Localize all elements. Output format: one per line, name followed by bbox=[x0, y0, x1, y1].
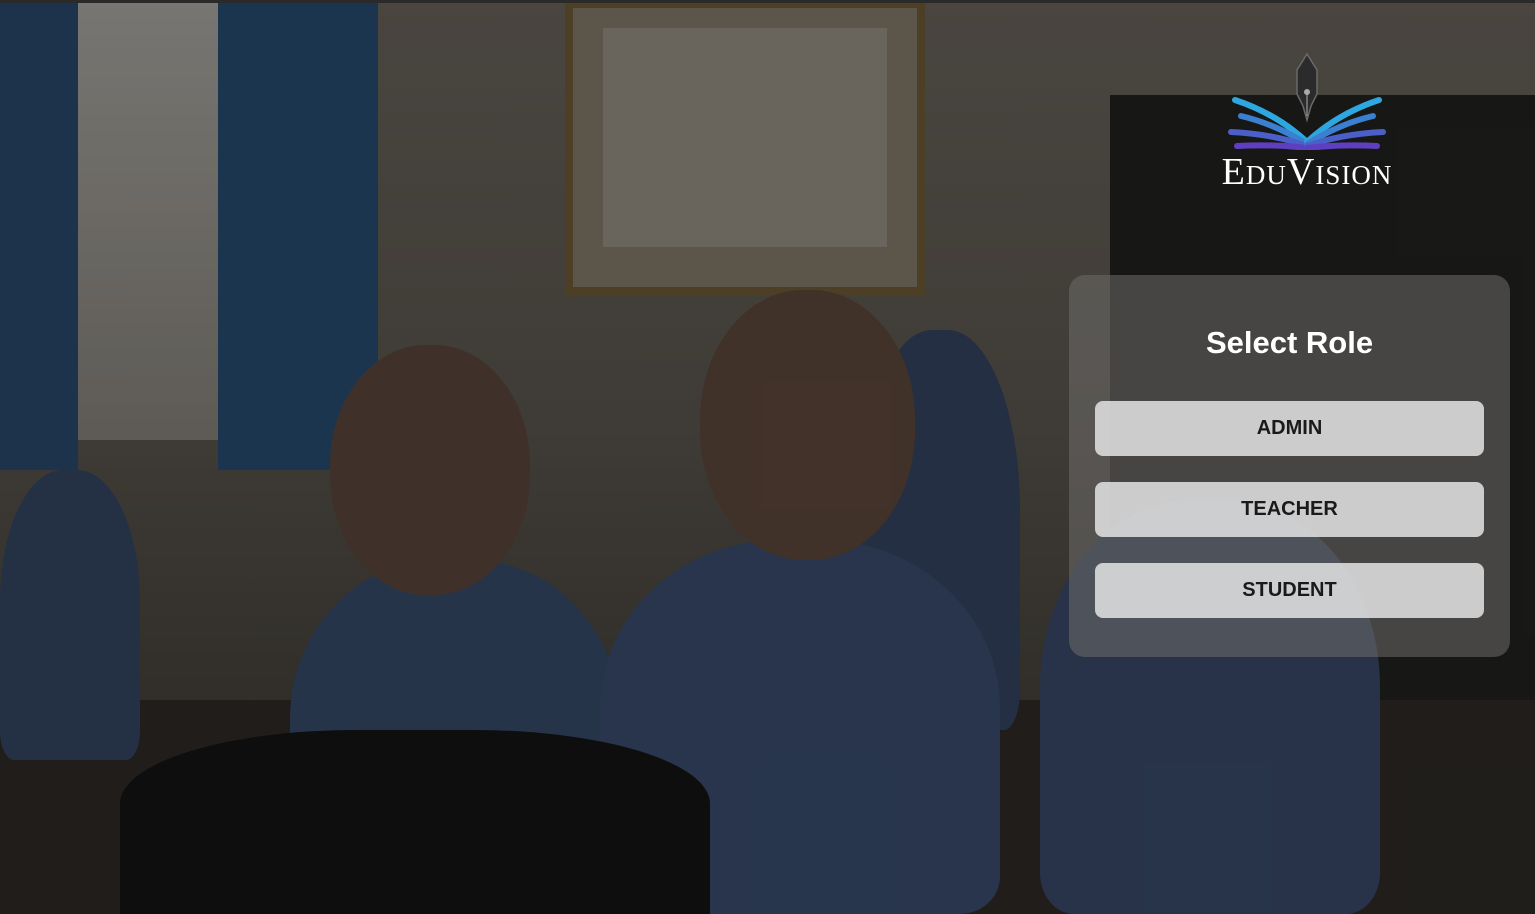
select-role-panel: Select Role ADMIN TEACHER STUDENT bbox=[1069, 275, 1510, 657]
teacher-role-button[interactable]: TEACHER bbox=[1095, 482, 1484, 537]
brand-logo: EduVision bbox=[1200, 50, 1414, 192]
pen-book-icon bbox=[1228, 52, 1386, 150]
window-top-border bbox=[0, 0, 1535, 3]
brand-name: EduVision bbox=[1221, 151, 1393, 193]
admin-role-button[interactable]: ADMIN bbox=[1095, 401, 1484, 456]
student-role-button[interactable]: STUDENT bbox=[1095, 563, 1484, 618]
panel-title: Select Role bbox=[1205, 325, 1374, 360]
